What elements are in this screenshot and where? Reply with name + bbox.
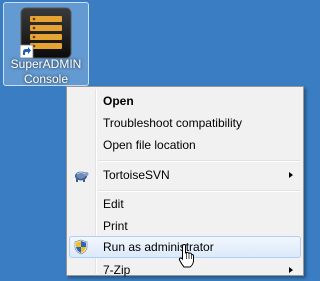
uac-shield-icon: [74, 239, 88, 255]
menu-item-open-file-location[interactable]: Open file location: [69, 134, 301, 156]
menu-item-print[interactable]: Print: [69, 215, 301, 237]
menu-separator: [98, 190, 300, 192]
submenu-arrow-icon: [289, 267, 293, 273]
menu-item-label: Edit: [103, 197, 124, 211]
superadmin-app-icon: [20, 7, 72, 59]
menu-item-label: 7-Zip: [103, 263, 131, 277]
desktop-icon-label: SuperADMIN Console: [4, 57, 88, 87]
menu-item-label: Open file location: [103, 138, 196, 152]
icon-label-line2: Console: [23, 72, 69, 86]
menu-item-label: Print: [103, 219, 128, 233]
menu-item-label: Open: [103, 94, 134, 108]
tortoisesvn-icon: [75, 171, 89, 182]
icon-label-line1: SuperADMIN: [10, 57, 82, 71]
menu-item-open[interactable]: Open: [69, 90, 301, 112]
menu-item-label: Troubleshoot compatibility: [103, 116, 242, 130]
menu-item-edit[interactable]: Edit: [69, 193, 301, 215]
menu-item-label: Run as administrator: [103, 240, 214, 254]
desktop-icon-superadmin-console[interactable]: SuperADMIN Console: [3, 2, 89, 86]
menu-item-label: TortoiseSVN: [103, 168, 170, 182]
menu-item-troubleshoot-compatibility[interactable]: Troubleshoot compatibility: [69, 112, 301, 134]
menu-separator: [98, 160, 300, 162]
hand-pointer-icon: [178, 244, 194, 268]
submenu-arrow-icon: [289, 172, 293, 178]
menu-item-tortoisesvn[interactable]: TortoiseSVN: [69, 164, 301, 186]
